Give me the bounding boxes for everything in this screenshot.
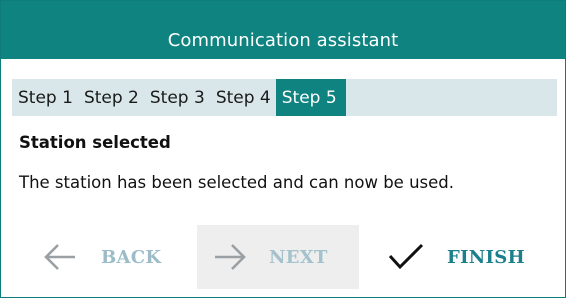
status-heading: Station selected bbox=[19, 133, 171, 152]
step-tab-2[interactable]: Step 2 bbox=[78, 79, 144, 116]
finish-button-label: FINISH bbox=[447, 246, 525, 268]
next-button[interactable]: NEXT bbox=[197, 225, 359, 289]
checkmark-icon bbox=[387, 242, 425, 272]
step-tab-3[interactable]: Step 3 bbox=[144, 79, 210, 116]
arrow-left-icon bbox=[43, 243, 77, 271]
step-tab-1[interactable]: Step 1 bbox=[12, 79, 78, 116]
back-button[interactable]: BACK bbox=[37, 225, 187, 289]
step-tab-4[interactable]: Step 4 bbox=[210, 79, 276, 116]
communication-assistant-dialog: Communication assistant Step 1 Step 2 St… bbox=[0, 0, 566, 298]
back-button-label: BACK bbox=[101, 246, 162, 268]
dialog-title: Communication assistant bbox=[167, 29, 399, 51]
finish-button[interactable]: FINISH bbox=[375, 225, 555, 289]
step-tab-5[interactable]: Step 5 bbox=[275, 79, 346, 116]
arrow-right-icon bbox=[213, 243, 247, 271]
step-navigation: Step 1 Step 2 Step 3 Step 4 Step 5 bbox=[12, 79, 557, 116]
next-button-label: NEXT bbox=[269, 246, 328, 268]
status-message: The station has been selected and can no… bbox=[19, 173, 455, 192]
title-bar: Communication assistant bbox=[1, 1, 565, 59]
